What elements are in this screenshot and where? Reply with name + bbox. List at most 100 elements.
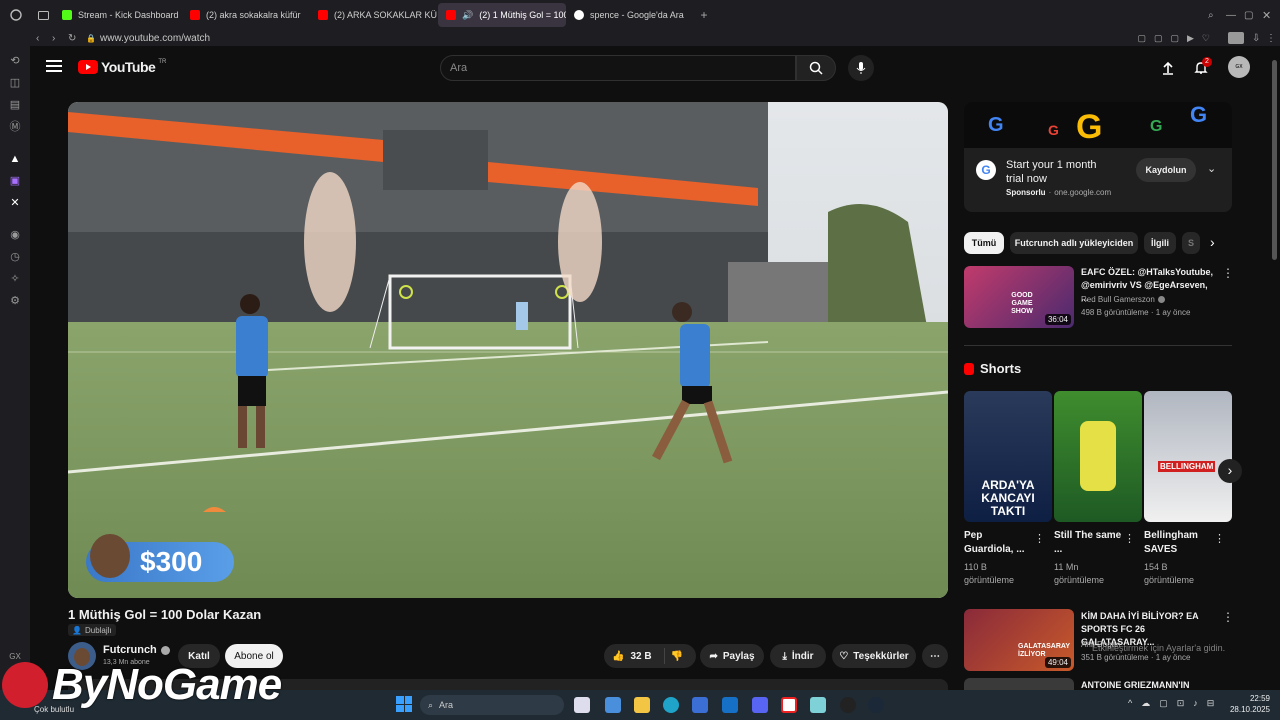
discord-icon[interactable] <box>752 697 768 713</box>
short-thumbnail-2[interactable] <box>1054 391 1142 522</box>
youtube-logo[interactable]: YouTube TR <box>78 59 166 75</box>
short-views-1: 110 Bgörüntüleme <box>964 562 1015 585</box>
speaker-icon[interactable]: 🔊 <box>462 10 473 21</box>
rec-thumbnail-3[interactable] <box>964 678 1074 690</box>
x-icon[interactable]: ✕ <box>8 196 22 210</box>
short-views-3: 154 Bgörüntüleme <box>1144 562 1195 585</box>
chip-from-uploader[interactable]: Futcrunch adlı yükleyiciden <box>1010 232 1138 254</box>
bag-icon[interactable]: ◫ <box>8 76 22 90</box>
short-title-1[interactable]: Pep Guardiola, ... <box>964 529 1034 557</box>
tab-kick[interactable]: Stream - Kick Dashboard <box>54 3 182 27</box>
back-icon[interactable]: ‹ <box>36 33 52 44</box>
rec-menu-icon-2[interactable]: ⋮ <box>1222 610 1234 624</box>
short-thumbnail-3[interactable]: BELLINGHAM <box>1144 391 1232 522</box>
minimize-button[interactable]: — <box>1226 10 1244 21</box>
youtube-icon <box>446 10 456 20</box>
new-tab-button[interactable]: + <box>694 8 714 22</box>
task-view-icon[interactable] <box>574 697 590 713</box>
settings-icon[interactable]: ⚙ <box>8 294 22 308</box>
short-menu-icon-1[interactable]: ⋮ <box>1034 532 1045 545</box>
voice-search-button[interactable] <box>848 55 874 81</box>
rec-thumbnail-1[interactable]: GOOD GAME SHOW 36:04 <box>964 266 1074 328</box>
extensions-icon[interactable]: ✧ <box>8 272 22 286</box>
short-menu-icon-3[interactable]: ⋮ <box>1214 532 1225 545</box>
clock-icon[interactable]: ◷ <box>8 250 22 264</box>
short-thumbnail-1[interactable]: ARDA'YA KANCAYI TAKTI <box>964 391 1052 522</box>
clock[interactable]: 22:59 28.10.2025 <box>1222 693 1270 715</box>
app-icon[interactable] <box>810 697 826 713</box>
store-icon[interactable] <box>692 697 708 713</box>
more-icon[interactable]: ⋮ <box>1266 33 1280 44</box>
page-scrollbar[interactable] <box>1272 60 1277 260</box>
short-title-2[interactable]: Still The same ... <box>1054 529 1124 557</box>
heart-dollar-icon: ♡ <box>839 650 849 662</box>
chip-all[interactable]: Tümü <box>964 232 1004 254</box>
like-dislike-group: 👍 32 B 👎 <box>604 644 696 668</box>
ad-card[interactable]: G G G G G G Start your 1 month trial now… <box>964 102 1232 212</box>
tab-youtube-2[interactable]: (2) ARKA SOKAKLAR KÜ <box>310 3 438 27</box>
ad-expand-icon[interactable]: ⌄ <box>1207 162 1216 175</box>
download-button[interactable]: ⤓ İndir <box>770 644 826 668</box>
search-icon: ⌕ <box>428 699 434 710</box>
file-explorer-icon[interactable] <box>634 697 650 713</box>
account-avatar[interactable]: GX <box>1228 56 1250 78</box>
search-input[interactable]: Ara <box>440 55 796 81</box>
reload-icon[interactable]: ↻ <box>68 33 86 44</box>
browser-tab-bar: Stream - Kick Dashboard (2) akra sokakal… <box>0 0 1280 30</box>
thanks-button[interactable]: ♡ Teşekkürler <box>832 644 916 668</box>
search-button[interactable] <box>796 55 836 81</box>
chip-related[interactable]: İlgili <box>1144 232 1176 254</box>
extensions-icons[interactable]: ▢▢▢▶♡ <box>1138 33 1219 44</box>
profile-badge[interactable] <box>1228 32 1244 44</box>
forward-icon[interactable]: › <box>52 33 68 44</box>
video-player[interactable]: $300 <box>68 102 948 598</box>
game-icon[interactable] <box>840 697 856 713</box>
bynogame-logo: ByNoGame <box>0 652 310 718</box>
edge-icon[interactable] <box>663 697 679 713</box>
rec-menu-icon-1[interactable]: ⋮ <box>1222 266 1234 280</box>
chips-next-icon[interactable]: › <box>1210 234 1215 250</box>
m-icon[interactable]: Ⓜ <box>8 120 22 134</box>
system-tray[interactable]: ^☁▢⊡♪⊟ <box>1128 698 1223 709</box>
steam-icon[interactable] <box>868 697 884 713</box>
dislike-icon[interactable]: 👎 <box>671 651 683 662</box>
close-window-button[interactable]: ✕ <box>1262 9 1280 22</box>
start-button[interactable] <box>396 696 412 712</box>
rec-stats-1: 498 B görüntüleme · 1 ay önce <box>1081 308 1191 317</box>
rec-channel-1[interactable]: Red Bull Gamerszon <box>1081 295 1165 304</box>
tab-google[interactable]: spence - Google'da Ara <box>566 3 694 27</box>
tab-youtube-1[interactable]: (2) akra sokakalra küfür <box>182 3 310 27</box>
shorts-next-button[interactable]: › <box>1218 459 1242 483</box>
divider <box>663 648 665 664</box>
like-count[interactable]: 32 B <box>630 651 651 662</box>
rec-thumbnail-2[interactable]: GALATASARAY İZLİYOR 49:04 <box>964 609 1074 671</box>
search-tabs-icon[interactable]: ⌕ <box>1208 10 1226 21</box>
url-field[interactable]: www.youtube.com/watch <box>100 33 210 44</box>
rec-title-3[interactable]: ANTOINE GRIEZMANN'IN <box>1081 680 1189 690</box>
download-icon[interactable]: ⇩ <box>1252 33 1266 44</box>
windows-activation-text: Etkinleştirmek için Ayarlar'a gidin. <box>1092 643 1226 653</box>
short-title-3[interactable]: Bellingham SAVES <box>1144 529 1214 557</box>
more-actions-button[interactable]: ⋯ <box>922 644 948 668</box>
tab-youtube-active[interactable]: 🔊 (2) 1 Müthiş Gol = 100 <box>438 3 566 27</box>
cube-icon[interactable]: ▤ <box>8 98 22 112</box>
tab-overview-icon[interactable] <box>32 10 54 20</box>
maximize-button[interactable]: ▢ <box>1244 10 1262 21</box>
lock-icon: 🔒 <box>86 33 96 43</box>
hamburger-menu-icon[interactable] <box>46 60 62 74</box>
upload-icon[interactable] <box>1160 60 1176 76</box>
messenger-icon[interactable]: ◉ <box>8 228 22 242</box>
history-icon[interactable]: ⟲ <box>8 54 22 68</box>
widgets-icon[interactable] <box>605 697 621 713</box>
taskbar-search[interactable]: ⌕ Ara <box>420 695 564 715</box>
short-menu-icon-2[interactable]: ⋮ <box>1124 532 1135 545</box>
opera-gx-icon[interactable] <box>781 697 797 713</box>
like-icon[interactable]: 👍 <box>612 651 624 662</box>
aria-icon[interactable]: ▲ <box>8 152 22 166</box>
twitch-icon[interactable]: ▣ <box>8 174 22 188</box>
browser-menu-icon[interactable] <box>0 9 32 21</box>
outlook-icon[interactable] <box>722 697 738 713</box>
share-button[interactable]: ➦ Paylaş <box>700 644 764 668</box>
ad-cta-button[interactable]: Kaydolun <box>1136 158 1196 182</box>
chip-more[interactable]: S <box>1182 232 1200 254</box>
